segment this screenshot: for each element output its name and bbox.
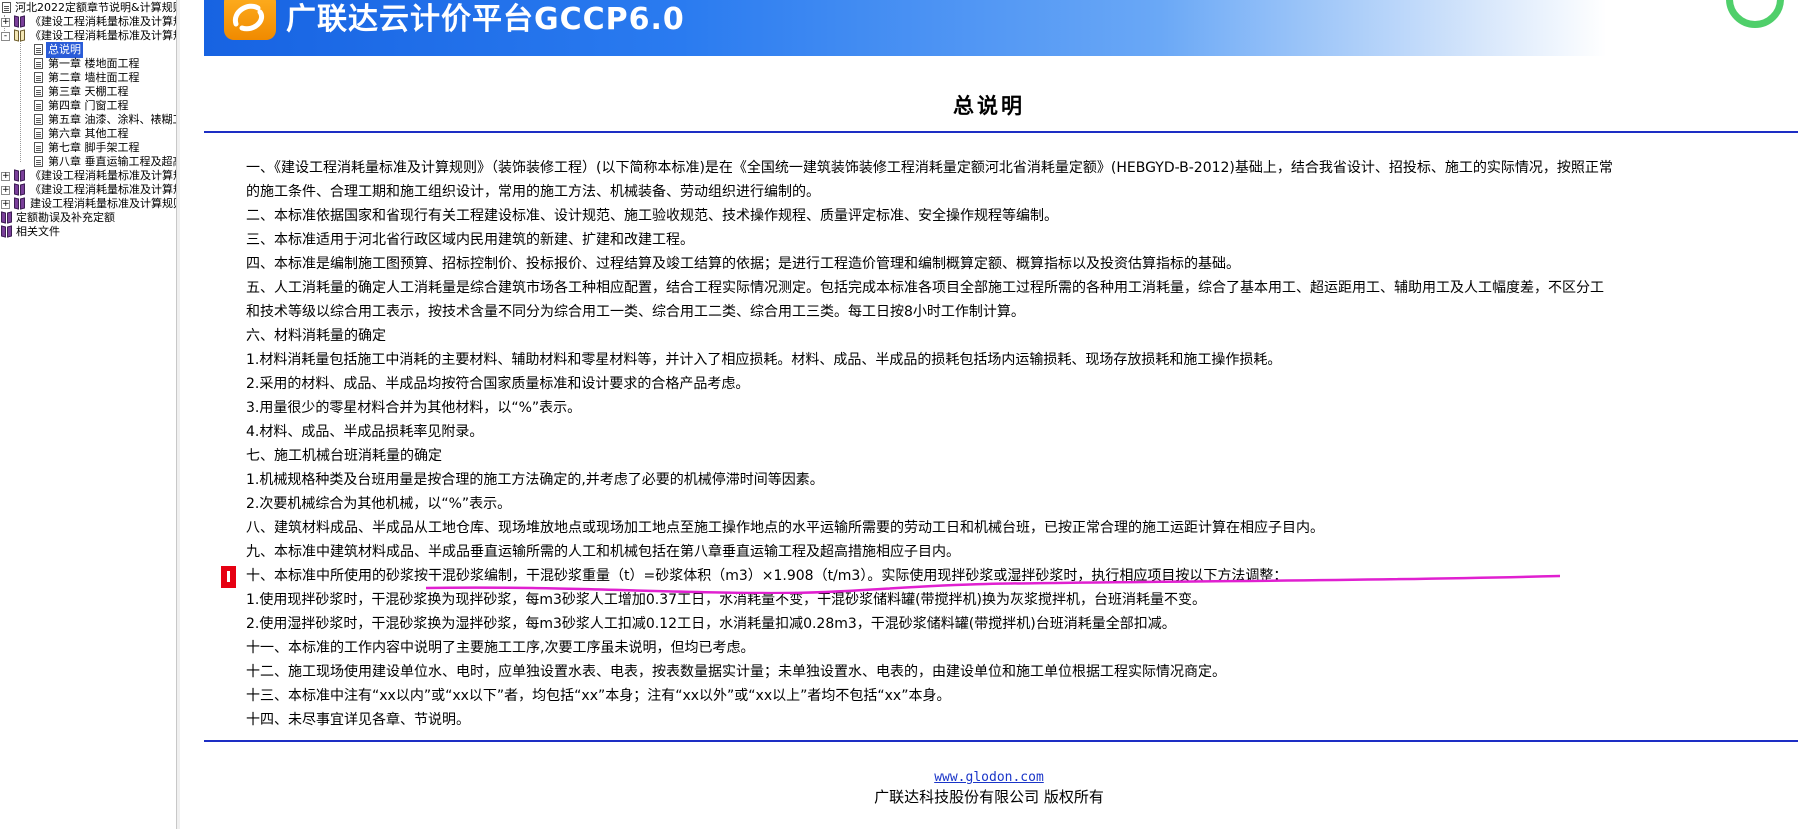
document-pane: 广联达云计价平台GCCP6.0 总说明 一、《建设工程消耗量标准及计算规则》（装…	[180, 0, 1798, 829]
page-icon	[34, 44, 43, 55]
expand-icon[interactable]: +	[1, 172, 10, 181]
book-icon	[14, 169, 26, 182]
expand-icon[interactable]: +	[1, 18, 10, 27]
paragraph-line: 和技术等级以综合用工表示，按技术含量不同分为综合用工一类、综合用工二类、综合用工…	[246, 304, 1025, 320]
paragraph-line: 八、建筑材料成品、半成品从工地仓库、现场堆放地点或现场加工地点至施工操作地点的水…	[246, 520, 1324, 536]
book-icon	[1, 225, 13, 238]
tree-line	[20, 38, 21, 162]
paragraph-line: 九、本标准中建筑材料成品、半成品垂直运输所需的人工和机械包括在第八章垂直运输工程…	[246, 544, 960, 560]
paragraph-line: 七、施工机械台班消耗量的确定	[246, 448, 442, 464]
paragraph-line: 三、本标准适用于河北省行政区域内民用建筑的新建、扩建和改建工程。	[246, 232, 694, 248]
expand-icon[interactable]: +	[1, 186, 10, 195]
collapse-icon[interactable]: -	[1, 32, 10, 41]
app-banner: 广联达云计价平台GCCP6.0	[204, 0, 1798, 56]
page-icon	[34, 86, 43, 97]
status-ring-icon	[1726, 0, 1784, 28]
chapter-tree[interactable]: 河北2022定额章节说明&计算规则 + 《建设工程消耗量标准及计算规则》 - 《…	[0, 0, 177, 829]
expand-icon[interactable]: +	[1, 200, 10, 209]
paragraph-line: 2.采用的材料、成品、半成品均按符合国家质量标准和设计要求的合格产品考虑。	[246, 376, 750, 392]
paragraph-line: 1.机械规格种类及台班用量是按合理的施工方法确定的,并考虑了必要的机械停滞时间等…	[246, 472, 824, 488]
page-icon	[34, 58, 43, 69]
bookmark-marker-icon[interactable]	[221, 566, 236, 588]
page-icon	[2, 2, 11, 13]
page-icon	[34, 156, 43, 167]
paragraph-line: 4.材料、成品、半成品损耗率见附录。	[246, 424, 484, 440]
page-icon	[34, 100, 43, 111]
book-open-icon	[14, 29, 26, 42]
paragraph-line: 2.次要机械综合为其他机械，以“%”表示。	[246, 496, 512, 512]
page-icon	[34, 142, 43, 153]
paragraph-line: 十四、未尽事宜详见各章、节说明。	[246, 712, 470, 728]
paragraph-line: 1.材料消耗量包括施工中消耗的主要材料、辅助材料和零星材料等，并计入了相应损耗。…	[246, 352, 1282, 368]
book-icon	[14, 15, 26, 28]
page-icon	[34, 72, 43, 83]
paragraph-line: 十二、施工现场使用建设单位水、电时，应单独设置水表、电表，按表数量据实计量；未单…	[246, 664, 1226, 680]
magenta-underline-annotation	[426, 574, 1560, 594]
paragraph-line: 二、本标准依据国家和省现行有关工程建设标准、设计规范、施工验收规范、技术操作规程…	[246, 208, 1058, 224]
page-icon	[34, 128, 43, 139]
paragraph-line: 3.用量很少的零星材料合并为其他材料，以“%”表示。	[246, 400, 582, 416]
paragraph-line: 十三、本标准中注有“xx以内”或“xx以下”者，均包括“xx”本身；注有“xx以…	[246, 688, 951, 704]
paragraph-line: 一、《建设工程消耗量标准及计算规则》（装饰装修工程）(以下简称本标准)是在《全国…	[246, 160, 1613, 176]
paragraph-line: 十一、本标准的工作内容中说明了主要施工工序,次要工序虽未说明，但均已考虑。	[246, 640, 755, 656]
book-icon	[14, 183, 26, 196]
paragraph-line: 六、材料消耗量的确定	[246, 328, 386, 344]
glodon-logo-icon	[224, 0, 276, 40]
paragraph-line: 的施工条件、合理工期和施工组织设计，常用的施工方法、机械装备、劳动组织进行编制的…	[246, 184, 820, 200]
document-body: 一、《建设工程消耗量标准及计算规则》（装饰装修工程）(以下简称本标准)是在《全国…	[246, 156, 1613, 732]
book-icon	[14, 197, 26, 210]
paragraph-line: 四、本标准是编制施工图预算、招标控制价、投标报价、过程结算及竣工结算的依据；是进…	[246, 256, 1240, 272]
divider	[204, 131, 1798, 133]
page-title: 总说明	[953, 94, 1025, 118]
book-icon	[1, 211, 13, 224]
page-icon	[34, 114, 43, 125]
footer-link[interactable]: www.glodon.com	[180, 770, 1798, 785]
banner-title: 广联达云计价平台GCCP6.0	[286, 2, 685, 37]
paragraph-line: 2.使用湿拌砂浆时，干混砂浆换为湿拌砂浆，每m3砂浆人工扣减0.12工日，水消耗…	[246, 616, 1176, 632]
footer-copyright: 广联达科技股份有限公司 版权所有	[874, 788, 1104, 806]
divider	[204, 740, 1798, 742]
paragraph-line: 五、人工消耗量的确定人工消耗量是综合建筑市场各工种相应配置，结合工程实际情况测定…	[246, 280, 1604, 296]
